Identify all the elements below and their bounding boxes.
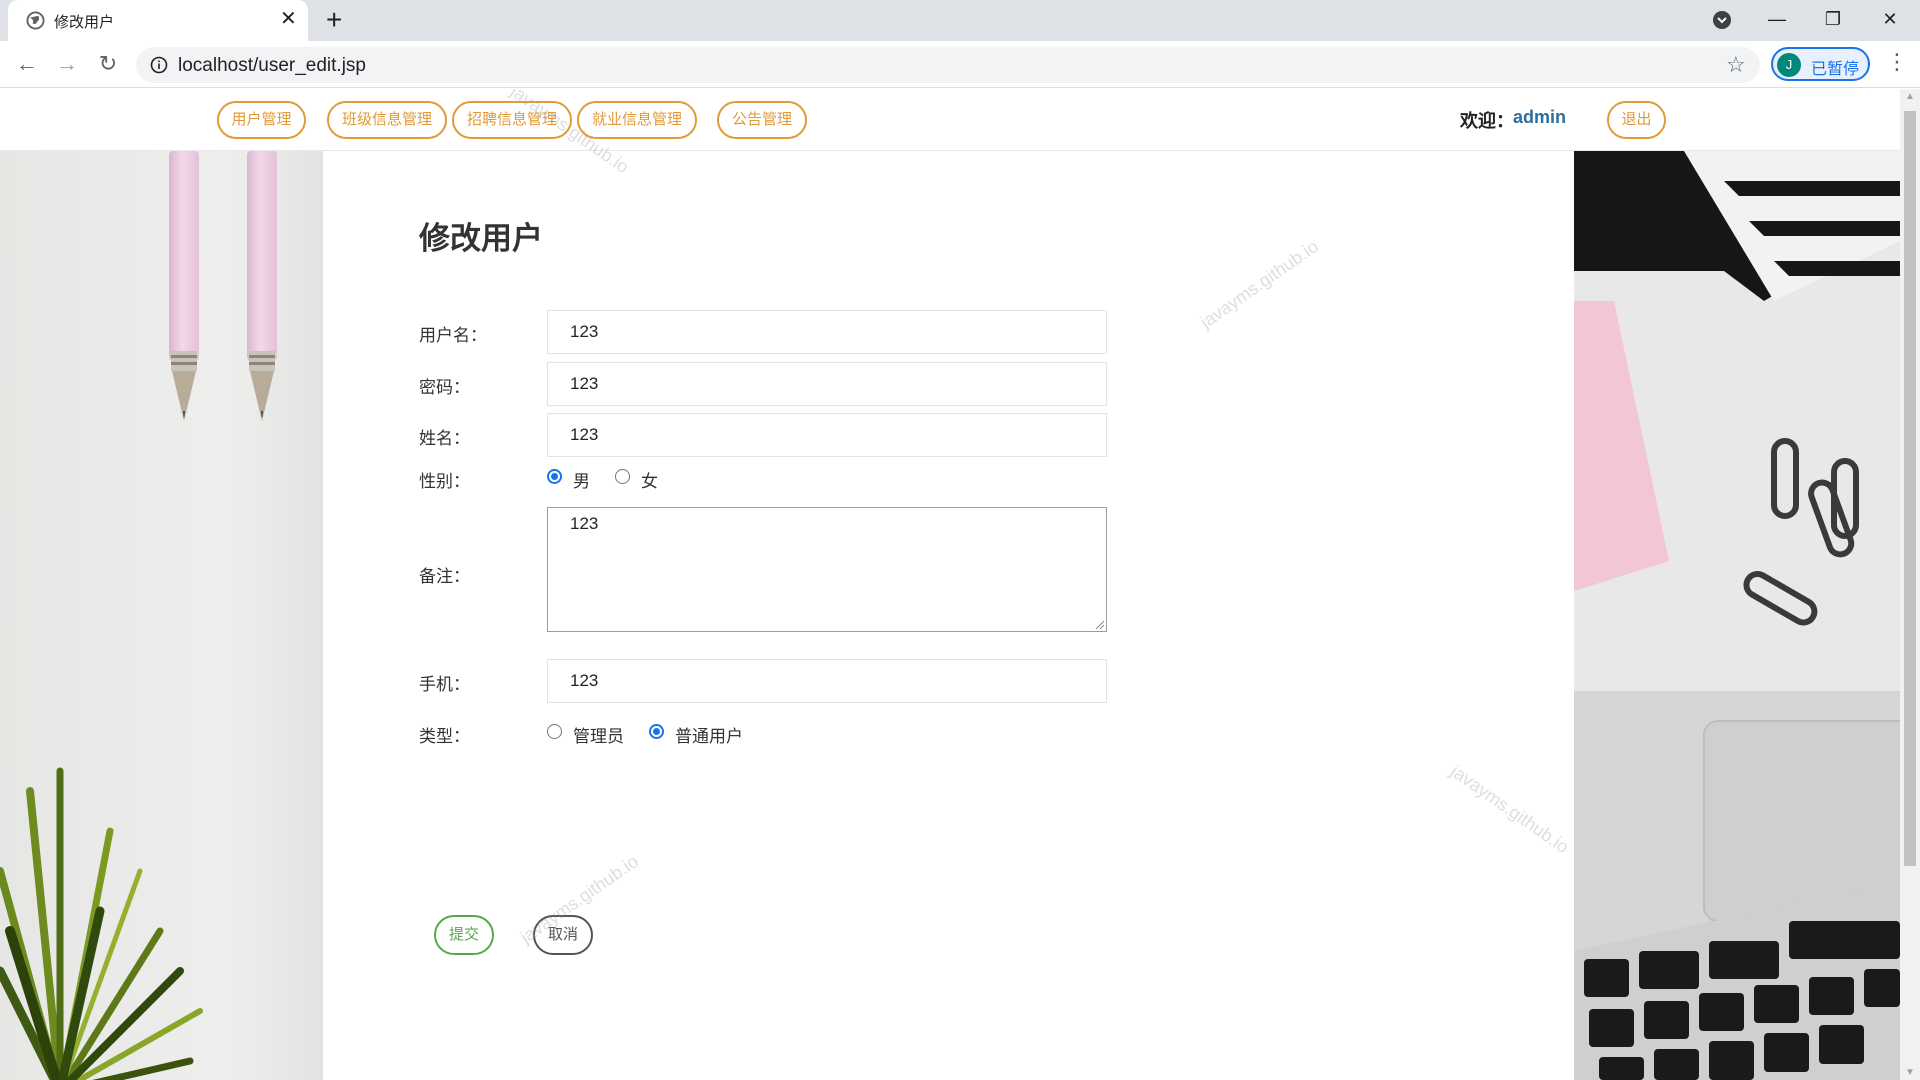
profile-status: 已暂停: [1811, 61, 1860, 78]
url-text[interactable]: localhost/user_edit.jsp: [178, 55, 366, 77]
pen-tip-right: [249, 351, 275, 421]
nav-announcement-management[interactable]: 公告管理: [717, 101, 807, 139]
username-input[interactable]: 123: [547, 310, 1107, 354]
type-admin-label[interactable]: 管理员: [573, 722, 624, 747]
bookmark-star-icon[interactable]: ☆: [1726, 52, 1746, 78]
resize-grip-icon[interactable]: [1094, 619, 1104, 629]
new-tab-icon[interactable]: +: [326, 5, 342, 35]
page-scrollbar[interactable]: ▲ ▼: [1900, 89, 1920, 1080]
name-label: 姓名：: [419, 429, 470, 448]
page-title: 修改用户: [419, 221, 543, 256]
gender-male-label[interactable]: 男: [573, 467, 590, 492]
gender-female-label[interactable]: 女: [641, 467, 658, 492]
remark-text: 123: [570, 514, 599, 533]
welcome-username: admin: [1513, 107, 1567, 127]
profile-button[interactable]: J 已暂停: [1771, 47, 1870, 81]
remark-textarea[interactable]: 123: [547, 507, 1107, 632]
pen-tip-left: [171, 351, 197, 421]
plant-image: [0, 767, 203, 1080]
pen-left: [169, 151, 199, 361]
window-close-icon[interactable]: ✕: [1870, 4, 1910, 34]
top-navigation: 用户管理 班级信息管理 招聘信息管理 就业信息管理 公告管理 欢迎： admin…: [0, 89, 1900, 151]
avatar: J: [1777, 53, 1801, 77]
reload-icon[interactable]: ↻: [93, 49, 123, 79]
type-label: 类型：: [419, 727, 470, 746]
minimize-icon[interactable]: —: [1757, 4, 1797, 34]
phone-input[interactable]: 123: [547, 659, 1107, 703]
browser-toolbar: ← → ↻ localhost/user_edit.jsp ☆ J 已暂停 ⋮: [0, 41, 1920, 88]
globe-icon: [26, 11, 45, 30]
nav-employment-info-management[interactable]: 就业信息管理: [577, 101, 697, 139]
remark-row: 备注： 123: [419, 507, 1179, 634]
scroll-down-arrow-icon[interactable]: ▼: [1900, 1067, 1920, 1078]
password-label: 密码：: [419, 378, 470, 397]
nav-user-management[interactable]: 用户管理: [217, 101, 306, 139]
pen-right: [247, 151, 277, 361]
type-user-label[interactable]: 普通用户: [675, 722, 743, 747]
page-viewport: 用户管理 班级信息管理 招聘信息管理 就业信息管理 公告管理 欢迎： admin…: [0, 89, 1900, 1080]
browser-tab[interactable]: 修改用户 ✕: [8, 0, 308, 41]
username-label: 用户名：: [419, 326, 487, 345]
right-desk-photo: [1574, 151, 1900, 1080]
scroll-thumb[interactable]: [1904, 111, 1916, 866]
scroll-up-arrow-icon[interactable]: ▲: [1900, 91, 1920, 102]
logout-button[interactable]: 退出: [1607, 101, 1666, 139]
info-icon[interactable]: [150, 56, 168, 74]
password-input[interactable]: 123: [547, 362, 1107, 406]
left-desk-photo: [0, 151, 323, 1080]
type-user-radio[interactable]: [649, 724, 664, 739]
address-bar[interactable]: localhost/user_edit.jsp ☆: [136, 47, 1760, 83]
type-admin-radio[interactable]: [547, 724, 562, 739]
back-arrow-icon[interactable]: ←: [12, 49, 42, 79]
browser-tabstrip: 修改用户 ✕ + — ❐ ✕: [0, 0, 1920, 41]
desk-items-image: [1574, 151, 1900, 1080]
gender-label: 性别：: [419, 472, 470, 491]
gender-row: 性别： 男 女: [419, 467, 1179, 497]
submit-button[interactable]: 提交: [434, 915, 494, 955]
nav-class-info-management[interactable]: 班级信息管理: [327, 101, 447, 139]
name-input[interactable]: 123: [547, 413, 1107, 457]
nav-recruitment-info-management[interactable]: 招聘信息管理: [452, 101, 572, 139]
type-row: 类型： 管理员 普通用户: [419, 722, 1179, 752]
tab-search-icon[interactable]: [1702, 4, 1742, 34]
forward-arrow-icon[interactable]: →: [52, 49, 82, 79]
welcome-label: 欢迎：: [1460, 111, 1514, 131]
close-tab-icon[interactable]: ✕: [280, 7, 297, 31]
restore-icon[interactable]: ❐: [1813, 4, 1853, 34]
more-menu-icon[interactable]: ⋮: [1886, 49, 1908, 75]
gender-female-radio[interactable]: [615, 469, 630, 484]
tab-title: 修改用户: [54, 14, 115, 31]
remark-label: 备注：: [419, 567, 470, 586]
edit-user-panel: 修改用户 用户名： 123 密码： 123 姓名： 123 性别： 男 女 备注…: [323, 151, 1574, 1080]
cancel-button[interactable]: 取消: [533, 915, 593, 955]
gender-male-radio[interactable]: [547, 469, 562, 484]
phone-label: 手机：: [419, 675, 470, 694]
